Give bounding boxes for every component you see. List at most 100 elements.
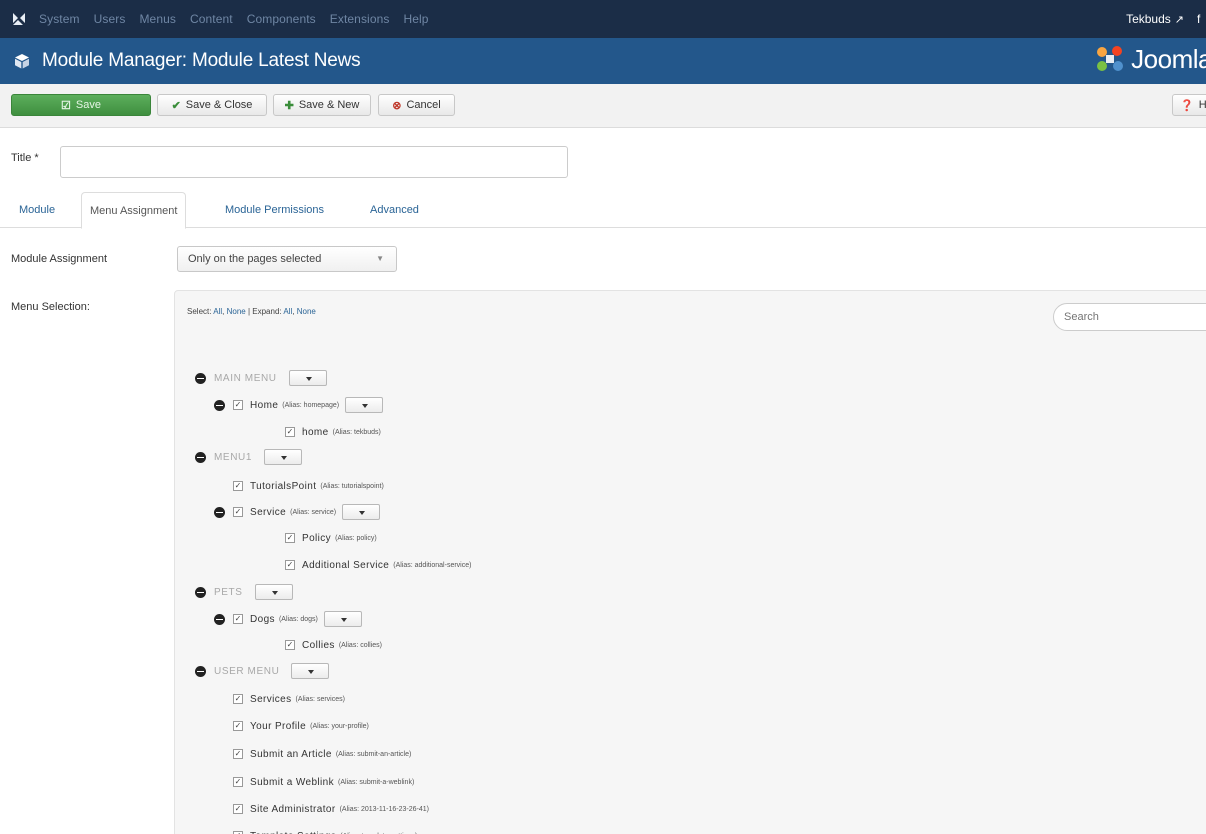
item-checkbox[interactable]: ✓ xyxy=(285,533,295,543)
tab-bar: Module Menu Assignment Module Permission… xyxy=(0,192,1206,229)
collapse-toggle-icon[interactable] xyxy=(195,586,206,598)
help-label: H xyxy=(1198,99,1206,111)
menu-group-dropdown[interactable] xyxy=(288,370,327,386)
menu-item-alias: (Alias: tekbuds) xyxy=(332,428,381,436)
collapse-toggle-icon[interactable] xyxy=(214,506,225,518)
menu-item-label: Dogs xyxy=(250,613,275,625)
menu-group-dropdown[interactable] xyxy=(254,584,293,600)
select-none-link[interactable]: None xyxy=(227,307,246,316)
menu-group-title: USER MENU xyxy=(214,665,280,677)
module-assignment-label: Module Assignment xyxy=(11,253,107,265)
page-header: Module Manager: Module Latest News Jooml… xyxy=(0,38,1206,84)
menu-item-dropdown[interactable] xyxy=(342,504,381,520)
item-checkbox[interactable]: ✓ xyxy=(233,804,243,814)
collapse-toggle-icon[interactable] xyxy=(195,372,206,384)
module-assignment-select[interactable]: Only on the pages selected ▼ xyxy=(177,246,397,272)
menu-group-dropdown[interactable] xyxy=(264,449,303,465)
collapse-toggle-icon[interactable] xyxy=(214,399,225,411)
cancel-button[interactable]: ⊗ Cancel xyxy=(378,94,455,116)
menu-item-row: ✓ Site Administrator (Alias: 2013-11-16-23… xyxy=(233,801,429,817)
tab-menu-assignment[interactable]: Menu Assignment xyxy=(81,192,187,229)
menu-group-dropdown[interactable] xyxy=(291,663,330,679)
menu-item-dropdown[interactable] xyxy=(345,397,384,413)
menu-item-label: Site Administrator xyxy=(250,803,336,815)
item-checkbox[interactable]: ✓ xyxy=(233,400,243,410)
nav-extensions[interactable]: Extensions xyxy=(330,12,390,26)
item-checkbox[interactable]: ✓ xyxy=(233,614,243,624)
separator: | xyxy=(247,307,251,316)
nav-content[interactable]: Content xyxy=(190,12,233,26)
nav-system[interactable]: System xyxy=(39,12,80,26)
menu-group-row: USER MENU xyxy=(195,663,330,679)
menu-item-dropdown[interactable] xyxy=(323,611,362,627)
item-checkbox[interactable]: ✓ xyxy=(285,427,295,437)
site-link[interactable]: Tekbuds ↗ xyxy=(1126,0,1184,38)
tab-module[interactable]: Module xyxy=(11,192,63,228)
menu-item-row: ✓ Home (Alias: homepage) xyxy=(214,397,384,413)
joomla-logo-icon xyxy=(1097,46,1124,71)
menu-item-row: ✓ Submit an Article (Alias: submit-an-arti… xyxy=(233,746,411,762)
menu-item-row: ✓ Collies (Alias: collies) xyxy=(285,637,382,653)
menu-item-row: ✓ Policy (Alias: policy) xyxy=(285,530,377,546)
save-close-button[interactable]: ✔ Save & Close xyxy=(157,94,267,116)
menu-item-alias: (Alias: services) xyxy=(295,695,345,703)
module-assignment-value: Only on the pages selected xyxy=(188,253,322,265)
nav-components[interactable]: Components xyxy=(247,12,316,26)
nav-help[interactable]: Help xyxy=(403,12,428,26)
save-new-button[interactable]: ✚ Save & New xyxy=(273,94,371,116)
item-checkbox[interactable]: ✓ xyxy=(233,777,243,787)
expand-all-link[interactable]: All xyxy=(283,307,292,316)
item-checkbox[interactable]: ✓ xyxy=(233,749,243,759)
joomla-brand-logo: Joomla xyxy=(1093,41,1206,77)
save-close-label: Save & Close xyxy=(185,99,253,111)
menu-item-alias: (Alias: additional-service) xyxy=(393,561,472,569)
menu-item-row: ✓ TutorialsPoint (Alias: tutorialspoint) xyxy=(233,478,384,494)
item-checkbox[interactable]: ✓ xyxy=(233,721,243,731)
cancel-circle-icon: ⊗ xyxy=(392,99,402,112)
cube-icon xyxy=(14,53,30,69)
item-checkbox[interactable]: ✓ xyxy=(285,640,295,650)
nav-users[interactable]: Users xyxy=(94,12,126,26)
joomla-small-logo-icon[interactable] xyxy=(11,11,27,27)
menu-item-alias: (Alias: 2013-11-16-23-26-41) xyxy=(339,805,429,813)
search-input[interactable] xyxy=(1053,303,1206,331)
menu-item-row: ✓ Services (Alias: services) xyxy=(233,691,345,707)
item-checkbox[interactable]: ✓ xyxy=(233,507,243,517)
menu-group-title: PETS xyxy=(214,586,243,598)
select-all-link[interactable]: All xyxy=(213,307,222,316)
collapse-toggle-icon[interactable] xyxy=(214,613,225,625)
expand-none-link[interactable]: None xyxy=(297,307,316,316)
menu-selection-panel: Select: All, None | Expand: All, None MA… xyxy=(174,290,1206,834)
expand-prefix: Expand: xyxy=(252,307,282,316)
menu-item-row: ✓ Service (Alias: service) xyxy=(214,504,381,520)
title-label: Title * xyxy=(11,152,39,164)
edit-icon: ☑ xyxy=(61,99,71,112)
menu-item-alias: (Alias: homepage) xyxy=(282,401,340,409)
chevron-down-icon: ▼ xyxy=(376,254,384,263)
title-input[interactable] xyxy=(60,146,568,178)
menu-selection-label: Menu Selection: xyxy=(11,301,90,313)
nav-menus[interactable]: Menus xyxy=(139,12,176,26)
checkmark-icon: ✔ xyxy=(171,99,181,112)
collapse-toggle-icon[interactable] xyxy=(195,665,206,677)
menu-item-row: ✓ Your Profile (Alias: your-profile) xyxy=(233,718,369,734)
select-prefix: Select: xyxy=(187,307,212,316)
item-checkbox[interactable]: ✓ xyxy=(233,694,243,704)
menu-item-label: Your Profile xyxy=(250,720,307,732)
help-button[interactable]: ❓ H xyxy=(1172,94,1206,116)
menu-item-alias: (Alias: policy) xyxy=(335,534,377,542)
menu-item-label: TutorialsPoint xyxy=(250,480,317,492)
item-checkbox[interactable]: ✓ xyxy=(233,481,243,491)
menu-item-alias: (Alias: tutorialspoint) xyxy=(320,482,384,490)
user-menu-truncated[interactable]: f xyxy=(1197,12,1203,24)
external-link-icon: ↗ xyxy=(1174,13,1184,26)
menu-item-label: Submit an Article xyxy=(250,748,332,760)
menu-item-label: Submit a Weblink xyxy=(250,776,335,788)
item-checkbox[interactable]: ✓ xyxy=(285,560,295,570)
collapse-toggle-icon[interactable] xyxy=(195,451,206,463)
save-button[interactable]: ☑ Save xyxy=(11,94,151,116)
menu-item-alias: (Alias: service) xyxy=(290,508,337,516)
tab-advanced[interactable]: Advanced xyxy=(362,192,427,228)
menu-item-label: Additional Service xyxy=(302,559,390,571)
tab-module-permissions[interactable]: Module Permissions xyxy=(217,192,332,228)
